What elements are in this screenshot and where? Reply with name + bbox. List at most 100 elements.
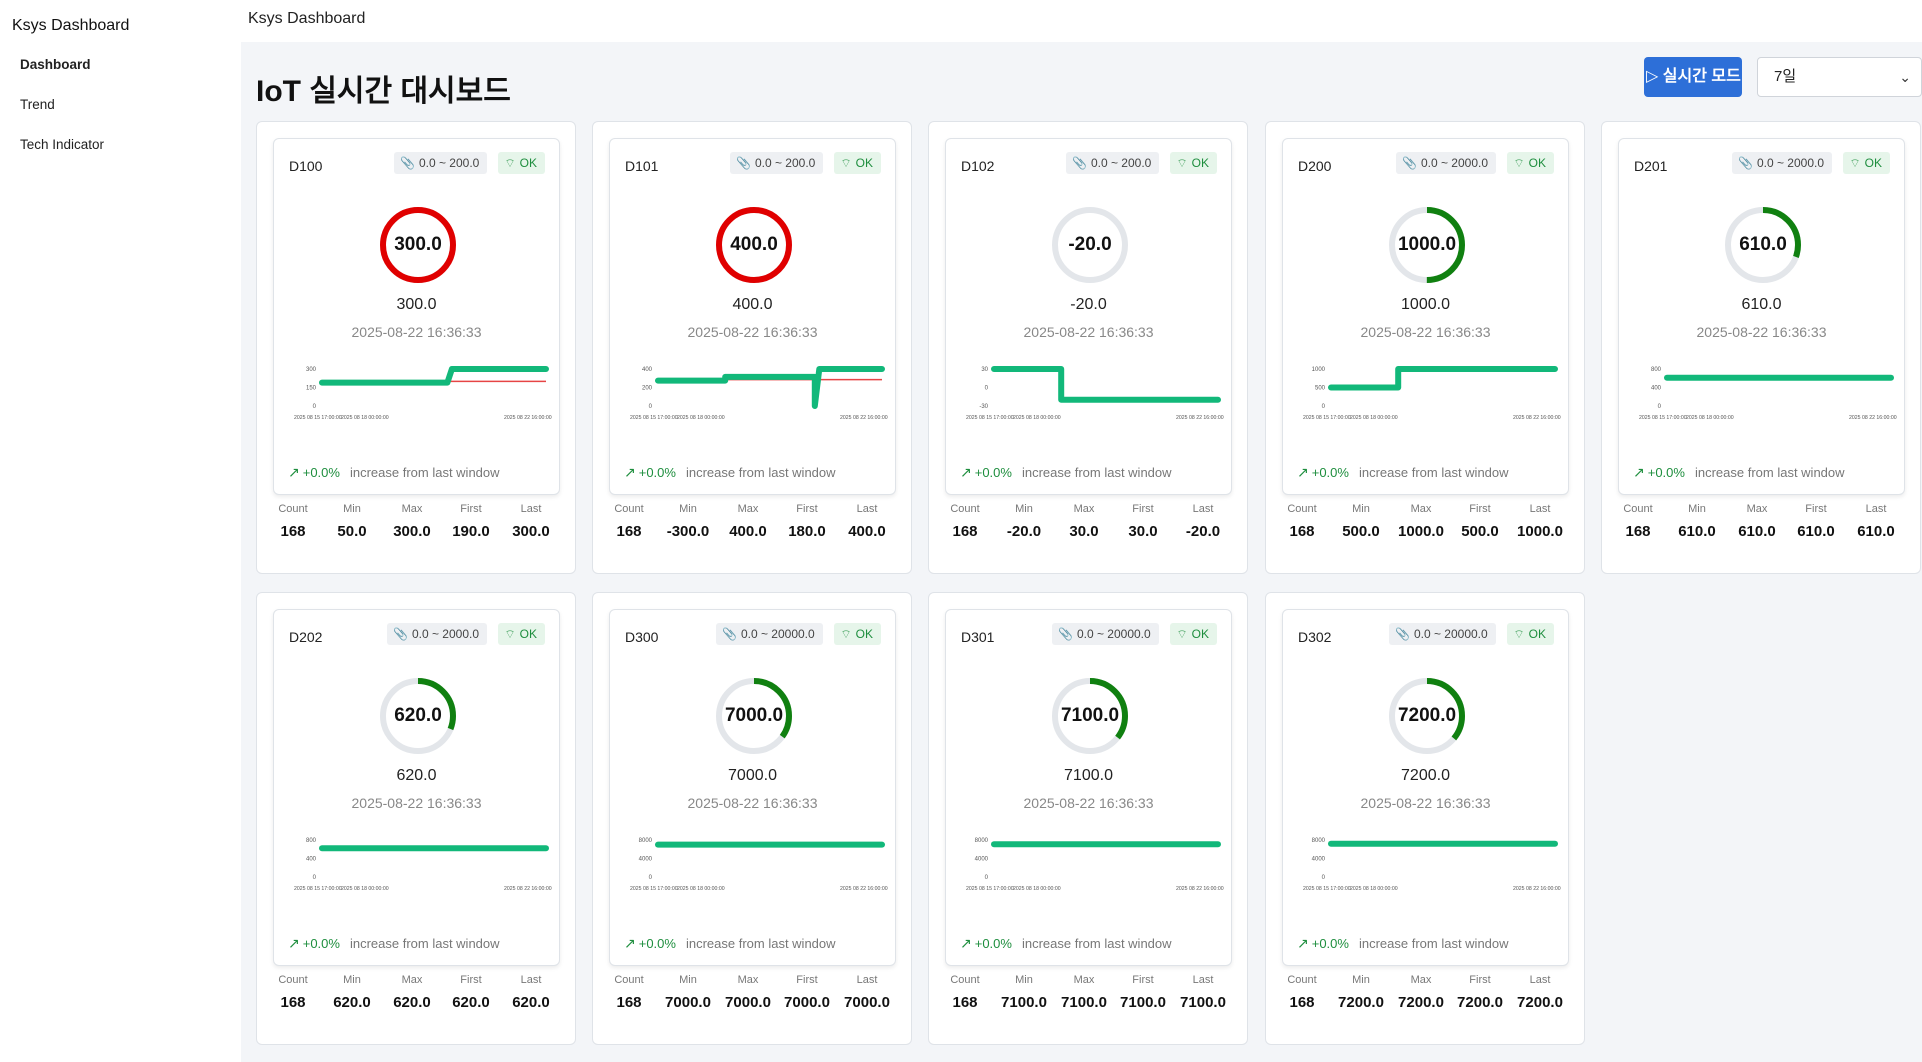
wifi-icon: ⌔ — [504, 627, 516, 641]
sidebar-item-dashboard[interactable]: Dashboard — [20, 56, 104, 96]
stat-value: 7200.0 — [1517, 994, 1563, 1011]
x-tick-label: 2025 08 15 17:00:00 — [1303, 415, 1351, 421]
status-badge: ⌔ OK — [1507, 623, 1554, 645]
device-gauge-panel: D102 📎 0.0 ~ 200.0 ⌔ OK -20.0 -20.0 2025-08-22 … — [945, 138, 1232, 495]
range-text: 0.0 ~ 200.0 — [754, 156, 816, 170]
stat-value: 180.0 — [788, 523, 826, 540]
status-text: OK — [1528, 627, 1546, 641]
trend-percent: +0.0% — [638, 465, 676, 480]
trending-up-icon: ↗ — [624, 935, 636, 951]
stat-value: 620.0 — [393, 994, 431, 1011]
x-tick-label: 2025 08 18 00:00:00 — [1013, 415, 1061, 421]
stat-count: Count 168 — [1272, 974, 1332, 1011]
y-tick-label: 400 — [642, 367, 653, 373]
stat-first: First 190.0 — [441, 503, 501, 540]
stat-value: 7100.0 — [1120, 994, 1166, 1011]
trend-indicator: ↗ +0.0% increase from last window — [960, 935, 1172, 952]
trend-percent: +0.0% — [302, 936, 340, 951]
range-text: 0.0 ~ 200.0 — [418, 156, 480, 170]
sidebar-item-tech-indicator[interactable]: Tech Indicator — [20, 136, 104, 176]
trend-indicator: ↗ +0.0% increase from last window — [1297, 935, 1509, 952]
stat-count: Count 168 — [1272, 503, 1332, 540]
device-card[interactable]: D300 📎 0.0 ~ 20000.0 ⌔ OK 7000.0 7000.0 2025-08… — [592, 592, 912, 1045]
current-value: -20.0 — [1070, 296, 1107, 313]
range-badge: 📎 0.0 ~ 2000.0 — [1732, 152, 1833, 174]
value-gauge: 610.0 — [1723, 205, 1803, 285]
device-id: D100 — [289, 158, 323, 174]
trend-indicator: ↗ +0.0% increase from last window — [1633, 464, 1845, 481]
stat-label: Min — [1352, 503, 1370, 515]
device-card[interactable]: D201 📎 0.0 ~ 2000.0 ⌔ OK 610.0 610.0 2025-08-22… — [1601, 121, 1921, 574]
current-value: 610.0 — [1741, 296, 1782, 313]
timestamp: 2025-08-22 16:36:33 — [687, 324, 818, 340]
x-tick-label: 2025 08 15 17:00:00 — [966, 415, 1014, 421]
range-badge: 📎 0.0 ~ 20000.0 — [1389, 623, 1496, 645]
page-title: IoT 실시간 대시보드 — [256, 75, 511, 108]
status-badge: ⌔ OK — [1507, 152, 1554, 174]
device-id: D302 — [1298, 629, 1332, 645]
device-card[interactable]: D302 📎 0.0 ~ 20000.0 ⌔ OK 7200.0 7200.0 2025-08… — [1265, 592, 1585, 1045]
period-select[interactable]: 7일 ⌄ — [1757, 57, 1922, 97]
stat-label: Max — [1746, 503, 1768, 515]
device-gauge-panel: D300 📎 0.0 ~ 20000.0 ⌔ OK 7000.0 7000.0 2025-08… — [609, 609, 896, 966]
stat-last: Last 300.0 — [501, 503, 561, 540]
stat-max: Max 30.0 — [1054, 503, 1114, 540]
stat-label: Last — [1865, 503, 1887, 515]
x-tick-label: 2025 08 15 17:00:00 — [630, 415, 678, 421]
x-tick-label: 2025 08 22 16:00:00 — [1849, 415, 1897, 421]
gauge-value: 610.0 — [1739, 234, 1787, 255]
stat-label: First — [1132, 503, 1154, 515]
stat-last: Last 7200.0 — [1510, 974, 1570, 1011]
series-line — [319, 366, 549, 386]
stat-value: 1000.0 — [1398, 523, 1444, 540]
x-tick-label: 2025 08 18 00:00:00 — [1350, 886, 1398, 892]
gauge-value: 1000.0 — [1397, 234, 1457, 255]
stat-label: First — [460, 503, 482, 515]
stat-label: Min — [343, 503, 361, 515]
x-tick-label: 2025 08 18 00:00:00 — [677, 415, 725, 421]
stat-value: 168 — [1289, 994, 1315, 1011]
gauge-value: 300.0 — [394, 234, 442, 255]
current-value: 620.0 — [396, 767, 437, 784]
sidebar-brand[interactable]: Ksys Dashboard — [12, 17, 129, 35]
device-card[interactable]: D102 📎 0.0 ~ 200.0 ⌔ OK -20.0 -20.0 2025-08-22 … — [928, 121, 1248, 574]
timestamp: 2025-08-22 16:36:33 — [1360, 795, 1491, 811]
stat-label: Min — [1015, 974, 1033, 986]
stat-max: Max 7100.0 — [1054, 974, 1114, 1011]
stat-label: First — [796, 503, 818, 515]
stat-label: Count — [950, 503, 980, 515]
stat-label: Count — [278, 503, 308, 515]
device-card[interactable]: D101 📎 0.0 ~ 200.0 ⌔ OK 400.0 400.0 2025-08-22 … — [592, 121, 912, 574]
current-value: 7200.0 — [1401, 767, 1450, 784]
stat-count: Count 168 — [599, 503, 659, 540]
stat-last: Last 1000.0 — [1510, 503, 1570, 540]
device-card[interactable]: D301 📎 0.0 ~ 20000.0 ⌔ OK 7100.0 7100.0 2025-08… — [928, 592, 1248, 1045]
x-tick-label: 2025 08 22 16:00:00 — [504, 886, 552, 892]
device-card[interactable]: D202 📎 0.0 ~ 2000.0 ⌔ OK 620.0 620.0 2025-08-22… — [256, 592, 576, 1045]
trend-note: increase from last window — [1358, 465, 1509, 480]
timestamp: 2025-08-22 16:36:33 — [1023, 795, 1154, 811]
stat-label: Min — [1688, 503, 1706, 515]
x-tick-label: 2025 08 22 16:00:00 — [840, 415, 888, 421]
stat-min: Min 7100.0 — [994, 974, 1054, 1011]
status-text: OK — [1191, 627, 1209, 641]
device-id: D202 — [289, 629, 323, 645]
stat-value: 168 — [952, 994, 978, 1011]
range-badge: 📎 0.0 ~ 20000.0 — [1052, 623, 1159, 645]
stat-value: 500.0 — [1461, 523, 1499, 540]
stat-value: 30.0 — [1069, 523, 1099, 540]
gauge-value: 7200.0 — [1397, 705, 1457, 726]
realtime-mode-button[interactable]: ▷ 실시간 모드 — [1644, 57, 1742, 97]
device-gauge-panel: D302 📎 0.0 ~ 20000.0 ⌔ OK 7200.0 7200.0 2025-08… — [1282, 609, 1569, 966]
y-tick-label: 0 — [313, 875, 317, 881]
sidebar-item-trend[interactable]: Trend — [20, 96, 104, 136]
stat-label: First — [1469, 503, 1491, 515]
device-card[interactable]: D100 📎 0.0 ~ 200.0 ⌔ OK 300.0 300.0 2025-08-22 … — [256, 121, 576, 574]
stat-label: Min — [679, 503, 697, 515]
stat-label: First — [1132, 974, 1154, 986]
device-card[interactable]: D200 📎 0.0 ~ 2000.0 ⌔ OK 1000.0 1000.0 2025-08-… — [1265, 121, 1585, 574]
stat-last: Last 400.0 — [837, 503, 897, 540]
stat-label: Max — [1073, 503, 1095, 515]
trend-percent: +0.0% — [1311, 936, 1349, 951]
stat-first: First 7000.0 — [777, 974, 837, 1011]
